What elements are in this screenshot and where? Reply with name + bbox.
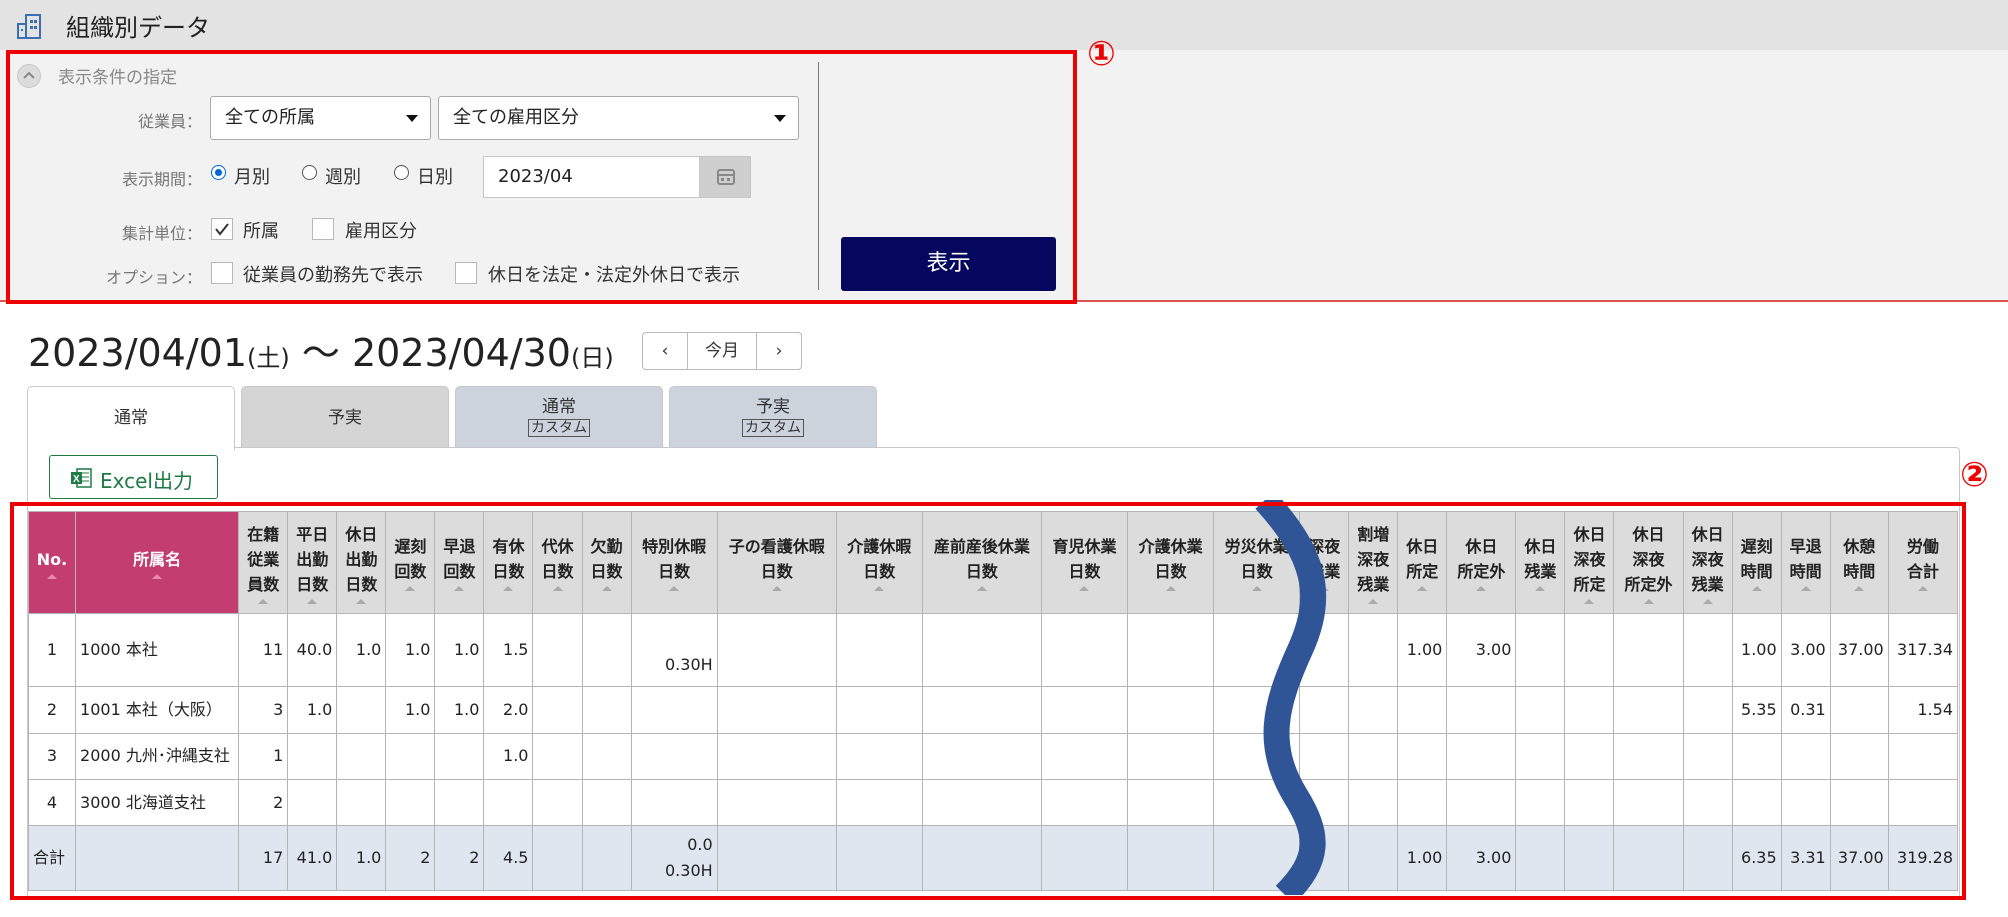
date-range: 2023/04/01(土) 〜 2023/04/30(日): [28, 322, 614, 377]
tab-label: 予実: [328, 408, 362, 428]
callout-1: ①: [1087, 34, 1116, 74]
tab-label: 通常: [542, 397, 576, 417]
tab-custom-badge: カスタム: [528, 419, 590, 437]
tab-plan-actual-custom[interactable]: 予実 カスタム: [669, 386, 877, 448]
callout-2: ②: [1960, 455, 1989, 495]
tab-custom-badge: カスタム: [742, 419, 804, 437]
callout-box-2: [10, 502, 1966, 900]
tab-plan-actual[interactable]: 予実: [241, 386, 449, 448]
tab-normal-custom[interactable]: 通常 カスタム: [455, 386, 663, 448]
building-icon: [16, 12, 46, 40]
svg-text:X: X: [73, 474, 80, 485]
tab-label: 予実: [756, 397, 790, 417]
page-title: 組織別データ: [66, 14, 210, 42]
period-pager: ‹ 今月 ›: [642, 332, 802, 370]
excel-export-button[interactable]: X Excel出力: [49, 455, 218, 499]
range-end-day: (日): [571, 344, 614, 372]
excel-export-label: Excel出力: [100, 469, 193, 493]
tab-normal[interactable]: 通常: [27, 386, 235, 450]
title-bar: [0, 0, 2008, 50]
callout-box-1: [6, 50, 1077, 304]
excel-icon: X: [71, 468, 92, 488]
next-period-button[interactable]: ›: [757, 333, 801, 369]
range-start: 2023/04/01: [28, 331, 248, 375]
current-month-button[interactable]: 今月: [687, 333, 757, 369]
range-separator: 〜: [301, 331, 340, 375]
range-end: 2023/04/30: [351, 331, 571, 375]
prev-period-button[interactable]: ‹: [643, 333, 687, 369]
range-start-day: (土): [247, 344, 290, 372]
tab-label: 通常: [114, 408, 148, 428]
